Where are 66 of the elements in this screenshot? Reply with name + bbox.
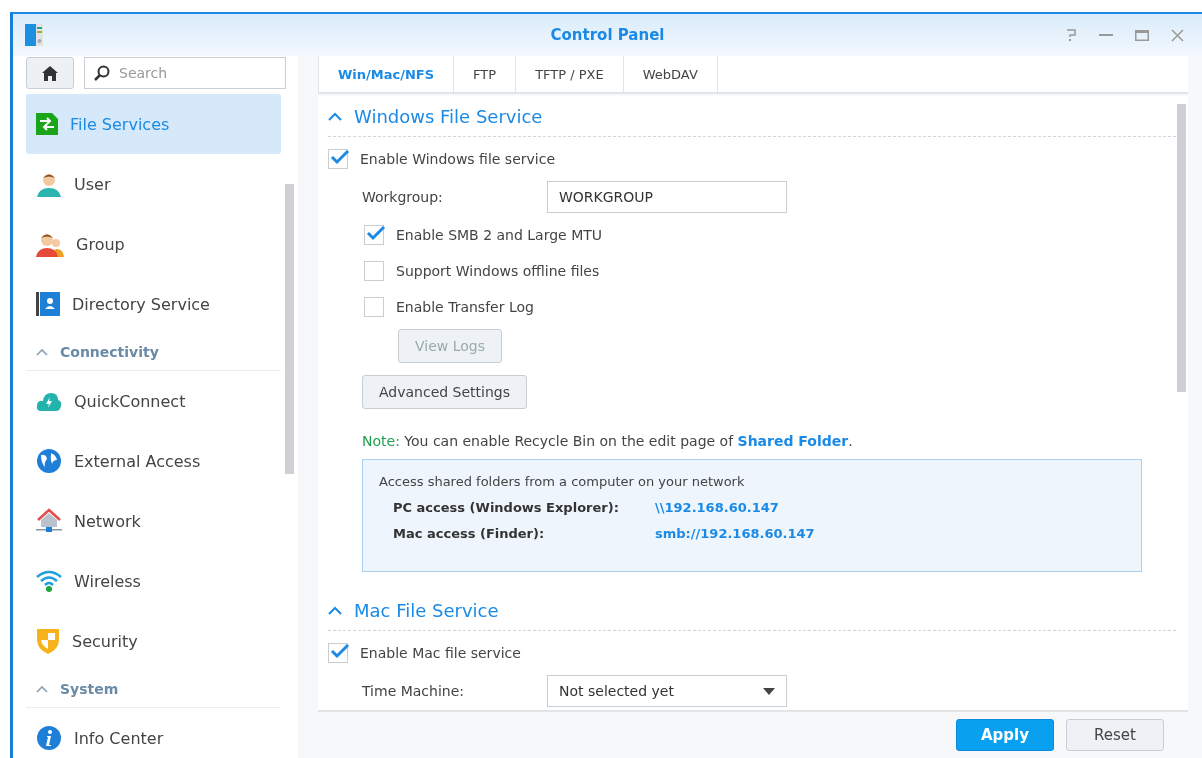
tab[interactable]: FTP bbox=[454, 56, 517, 92]
home-icon bbox=[42, 65, 58, 81]
sidebar-item[interactable]: Info Center bbox=[26, 708, 281, 758]
window-title: Control Panel bbox=[550, 26, 665, 44]
sidebar-item[interactable]: Wireless bbox=[26, 551, 281, 611]
home-button[interactable] bbox=[26, 57, 74, 89]
chevron-icon bbox=[328, 605, 342, 615]
address-book-icon bbox=[36, 292, 60, 316]
checkbox-label: Enable Windows file service bbox=[360, 151, 555, 167]
access-address: \\192.168.60.147 bbox=[655, 500, 779, 515]
tab[interactable]: Win/Mac/NFS bbox=[318, 56, 455, 92]
note-text: Note: You can enable Recycle Bin on the edit page of Shared Folder. bbox=[362, 433, 854, 449]
checkbox-label: Support Windows offline files bbox=[396, 263, 600, 279]
sidebar-item[interactable]: QuickConnect bbox=[26, 371, 281, 431]
shield-icon bbox=[36, 628, 60, 654]
file-arrows-icon bbox=[36, 113, 58, 135]
tab[interactable]: TFTP / PXE bbox=[516, 56, 624, 92]
sidebar-item[interactable]: Directory Service bbox=[26, 274, 281, 334]
section-header[interactable]: Mac File Service bbox=[328, 590, 1176, 631]
chevron-icon bbox=[36, 348, 48, 356]
sidebar-item[interactable]: Network bbox=[26, 491, 281, 551]
close-icon[interactable] bbox=[1171, 28, 1184, 42]
checkbox-label: Enable SMB 2 and Large MTU bbox=[396, 227, 603, 243]
chevron-icon bbox=[328, 111, 342, 121]
control-panel-icon bbox=[25, 24, 43, 46]
checkbox-label: Enable Mac file service bbox=[360, 645, 521, 661]
maximize-icon[interactable] bbox=[1135, 29, 1149, 41]
cloud-icon bbox=[36, 390, 62, 412]
sidebar-item[interactable]: External Access bbox=[26, 431, 281, 491]
access-address: smb://192.168.60.147 bbox=[655, 526, 815, 541]
access-label: Mac access (Finder): bbox=[393, 526, 546, 541]
checkbox[interactable] bbox=[328, 149, 348, 169]
section-header[interactable]: Windows File Service bbox=[328, 96, 1176, 137]
search-field[interactable]: Search bbox=[84, 57, 286, 89]
chevron-icon bbox=[36, 685, 48, 693]
wifi-icon bbox=[36, 570, 62, 592]
shared-folder-link[interactable]: Shared Folder bbox=[737, 433, 849, 449]
dropdown-arrow-icon bbox=[763, 687, 775, 695]
sidebar-item[interactable]: User bbox=[26, 154, 281, 214]
checkbox[interactable] bbox=[364, 297, 384, 317]
time-machine-dropdown[interactable]: Not selected yet bbox=[547, 675, 787, 707]
group-icon bbox=[36, 231, 64, 257]
reset-button[interactable]: Reset bbox=[1066, 719, 1164, 751]
sidebar-item[interactable]: Group bbox=[26, 214, 281, 274]
info-icon bbox=[36, 725, 62, 751]
checkbox[interactable] bbox=[364, 261, 384, 281]
scrollbar[interactable] bbox=[1177, 104, 1186, 392]
sidebar-group-header[interactable]: System bbox=[26, 671, 281, 708]
tab[interactable]: WebDAV bbox=[623, 56, 718, 92]
house-network-icon bbox=[36, 508, 62, 534]
access-label: PC access (Windows Explorer): bbox=[393, 500, 620, 515]
access-info-title: Access shared folders from a computer on your network bbox=[379, 474, 746, 489]
search-icon bbox=[94, 65, 110, 81]
help-icon[interactable] bbox=[1065, 28, 1077, 42]
workgroup-field[interactable]: WORKGROUP bbox=[547, 181, 787, 213]
sidebar-item[interactable]: Security bbox=[26, 611, 281, 671]
scrollbar[interactable] bbox=[285, 184, 294, 474]
field-label: Workgroup: bbox=[362, 189, 444, 205]
globe-icon bbox=[36, 448, 62, 474]
checkbox[interactable] bbox=[364, 225, 384, 245]
user-icon bbox=[36, 171, 62, 197]
checkbox[interactable] bbox=[328, 643, 348, 663]
advanced-settings-button[interactable]: Advanced Settings bbox=[362, 375, 528, 409]
checkbox-label: Enable Transfer Log bbox=[396, 299, 534, 315]
field-label: Time Machine: bbox=[362, 683, 466, 699]
sidebar-group-header[interactable]: Connectivity bbox=[26, 334, 281, 371]
